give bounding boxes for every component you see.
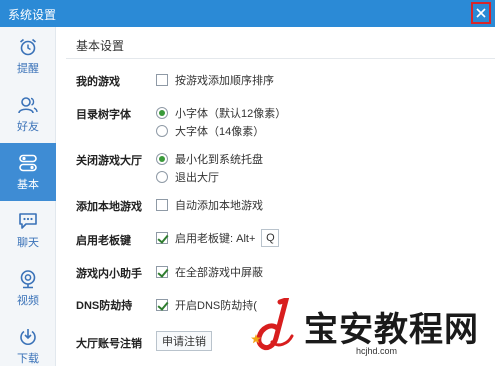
section-divider bbox=[66, 58, 495, 59]
watermark: 宝安教程网 hcjhd.com bbox=[250, 296, 495, 366]
radio-dot bbox=[156, 153, 168, 165]
exit-hall-radio[interactable]: 退出大厅 bbox=[156, 169, 219, 185]
checkbox-box bbox=[156, 266, 168, 278]
toggle-settings-icon bbox=[19, 154, 37, 171]
dns-protection-label: DNS防劫持 bbox=[76, 300, 133, 312]
checkbox-box bbox=[156, 199, 168, 211]
webcam-icon bbox=[20, 269, 36, 288]
sidebar-item-chat[interactable]: 聊天 bbox=[0, 201, 56, 259]
sidebar: 提醒 好友 基本 聊天 视频 下载 bbox=[0, 27, 56, 366]
in-game-assistant-label: 游戏内小助手 bbox=[76, 268, 142, 280]
auto-add-local-games-checkbox[interactable]: 自动添加本地游戏 bbox=[156, 197, 263, 213]
sidebar-item-label: 视频 bbox=[17, 294, 39, 307]
alarm-clock-icon bbox=[19, 38, 37, 55]
boss-key-label: 启用老板键 bbox=[76, 235, 131, 247]
section-title: 基本设置 bbox=[76, 39, 125, 53]
sidebar-item-video[interactable]: 视频 bbox=[0, 259, 56, 317]
window-title: 系统设置 bbox=[8, 8, 57, 22]
tree-font-label: 目录树字体 bbox=[76, 109, 131, 121]
watermark-logo bbox=[251, 298, 294, 351]
friends-icon bbox=[18, 96, 38, 113]
checkbox-label: 按游戏添加顺序排序 bbox=[175, 75, 274, 87]
close-icon bbox=[476, 8, 486, 18]
close-button[interactable] bbox=[471, 2, 491, 24]
checkbox-label: 启用老板键: Alt+ bbox=[175, 233, 256, 245]
small-font-radio[interactable]: 小字体（默认12像素） bbox=[156, 105, 286, 121]
block-in-all-games-checkbox[interactable]: 在全部游戏中屏蔽 bbox=[156, 264, 263, 280]
checkbox-label: 开启DNS防劫持( bbox=[175, 300, 257, 312]
checkbox-label: 在全部游戏中屏蔽 bbox=[175, 267, 263, 279]
sidebar-item-label: 提醒 bbox=[17, 62, 39, 75]
download-icon bbox=[20, 328, 36, 345]
add-local-games-label: 添加本地游戏 bbox=[76, 201, 142, 213]
radio-label: 小字体（默认12像素） bbox=[175, 108, 287, 120]
dns-protection-checkbox[interactable]: 开启DNS防劫持( bbox=[156, 297, 257, 313]
sidebar-item-label: 基本 bbox=[17, 178, 39, 191]
sidebar-item-label: 下载 bbox=[17, 352, 39, 365]
radio-dot bbox=[156, 125, 168, 137]
checkbox-box bbox=[156, 74, 168, 86]
watermark-url: hcjhd.com bbox=[356, 346, 398, 356]
sidebar-item-reminder[interactable]: 提醒 bbox=[0, 27, 56, 85]
checkbox-label: 自动添加本地游戏 bbox=[175, 200, 263, 212]
radio-label: 大字体（14像素） bbox=[175, 126, 265, 138]
checkbox-box bbox=[156, 232, 168, 244]
radio-dot bbox=[156, 107, 168, 119]
watermark-text: 宝安教程网 bbox=[304, 310, 479, 350]
sort-by-add-order-checkbox[interactable]: 按游戏添加顺序排序 bbox=[156, 72, 274, 88]
chat-icon bbox=[19, 212, 37, 229]
sidebar-item-label: 好友 bbox=[17, 120, 39, 133]
radio-dot bbox=[156, 171, 168, 183]
minimize-to-tray-radio[interactable]: 最小化到系统托盘 bbox=[156, 151, 263, 167]
large-font-radio[interactable]: 大字体（14像素） bbox=[156, 123, 264, 139]
radio-label: 退出大厅 bbox=[175, 172, 219, 184]
boss-key-checkbox[interactable]: 启用老板键: Alt+ Q bbox=[156, 229, 280, 247]
account-cancel-label: 大厅账号注销 bbox=[76, 338, 142, 350]
sidebar-item-download[interactable]: 下载 bbox=[0, 317, 56, 366]
boss-key-input[interactable]: Q bbox=[261, 229, 280, 247]
radio-label: 最小化到系统托盘 bbox=[175, 154, 263, 166]
title-bar: 系统设置 bbox=[0, 0, 495, 27]
my-games-label: 我的游戏 bbox=[76, 76, 120, 88]
apply-cancel-button[interactable]: 申请注销 bbox=[156, 331, 212, 351]
checkbox-box bbox=[156, 299, 168, 311]
close-hall-label: 关闭游戏大厅 bbox=[76, 155, 142, 167]
sidebar-item-basic[interactable]: 基本 bbox=[0, 143, 56, 201]
sidebar-item-friends[interactable]: 好友 bbox=[0, 85, 56, 143]
sidebar-item-label: 聊天 bbox=[17, 236, 39, 249]
